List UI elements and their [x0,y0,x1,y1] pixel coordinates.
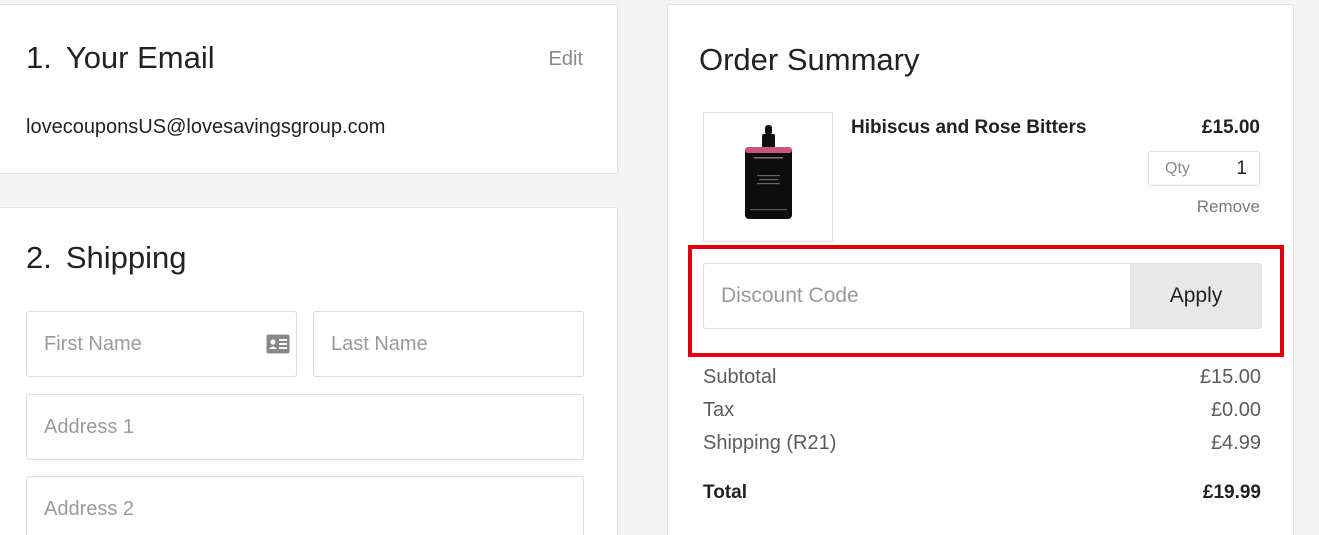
order-summary-title: Order Summary [699,42,920,77]
email-section-number: 1. [26,40,52,75]
total-value: £19.99 [1202,482,1261,503]
shipping-section-number: 2. [26,240,52,275]
address1-field[interactable] [26,394,584,460]
remove-item-link[interactable]: Remove [1197,197,1260,217]
product-price: £15.00 [1201,117,1260,138]
quantity-field[interactable]: Qty 1 [1148,151,1260,186]
total-label: Total [703,482,747,503]
tax-value: £0.00 [1210,399,1261,421]
last-name-input[interactable] [314,312,583,376]
email-section: 1. Your Email Edit lovecouponsUS@lovesavi… [0,4,618,174]
shipping-section-title: 2. Shipping [26,240,187,276]
last-name-field[interactable] [313,311,584,377]
email-value: lovecouponsUS@lovesavingsgroup.com [26,116,386,138]
subtotal-label: Subtotal [703,366,777,388]
product-image [703,112,833,242]
bottle-product-image [745,125,792,219]
tax-row: Tax £0.00 [703,399,1261,422]
shipping-cost-value: £4.99 [1210,432,1261,454]
edit-email-link[interactable]: Edit [549,48,583,71]
checkout-page: 1. Your Email Edit lovecouponsUS@lovesavi… [0,0,1319,535]
shipping-section-heading: Shipping [65,240,187,275]
first-name-input[interactable] [27,312,296,376]
address1-input[interactable] [27,395,583,459]
email-section-heading: Your Email [65,40,215,75]
discount-highlight-box [688,245,1284,357]
address2-field[interactable] [26,476,584,535]
first-name-field[interactable] [26,311,297,377]
subtotal-value: £15.00 [1199,366,1261,388]
shipping-cost-label: Shipping (R21) [703,432,837,454]
shipping-cost-row: Shipping (R21) £4.99 [703,432,1261,455]
product-name[interactable]: Hibiscus and Rose Bitters [851,117,1086,139]
email-section-title: 1. Your Email [26,40,215,76]
contact-card-icon[interactable] [266,334,290,354]
subtotal-row: Subtotal £15.00 [703,366,1261,389]
address2-input[interactable] [27,477,583,535]
total-row: Total £19.99 [703,482,1261,504]
shipping-section: 2. Shipping [0,207,618,535]
quantity-label: Qty [1165,160,1190,177]
quantity-value[interactable]: 1 [1236,158,1247,180]
tax-label: Tax [703,399,735,421]
